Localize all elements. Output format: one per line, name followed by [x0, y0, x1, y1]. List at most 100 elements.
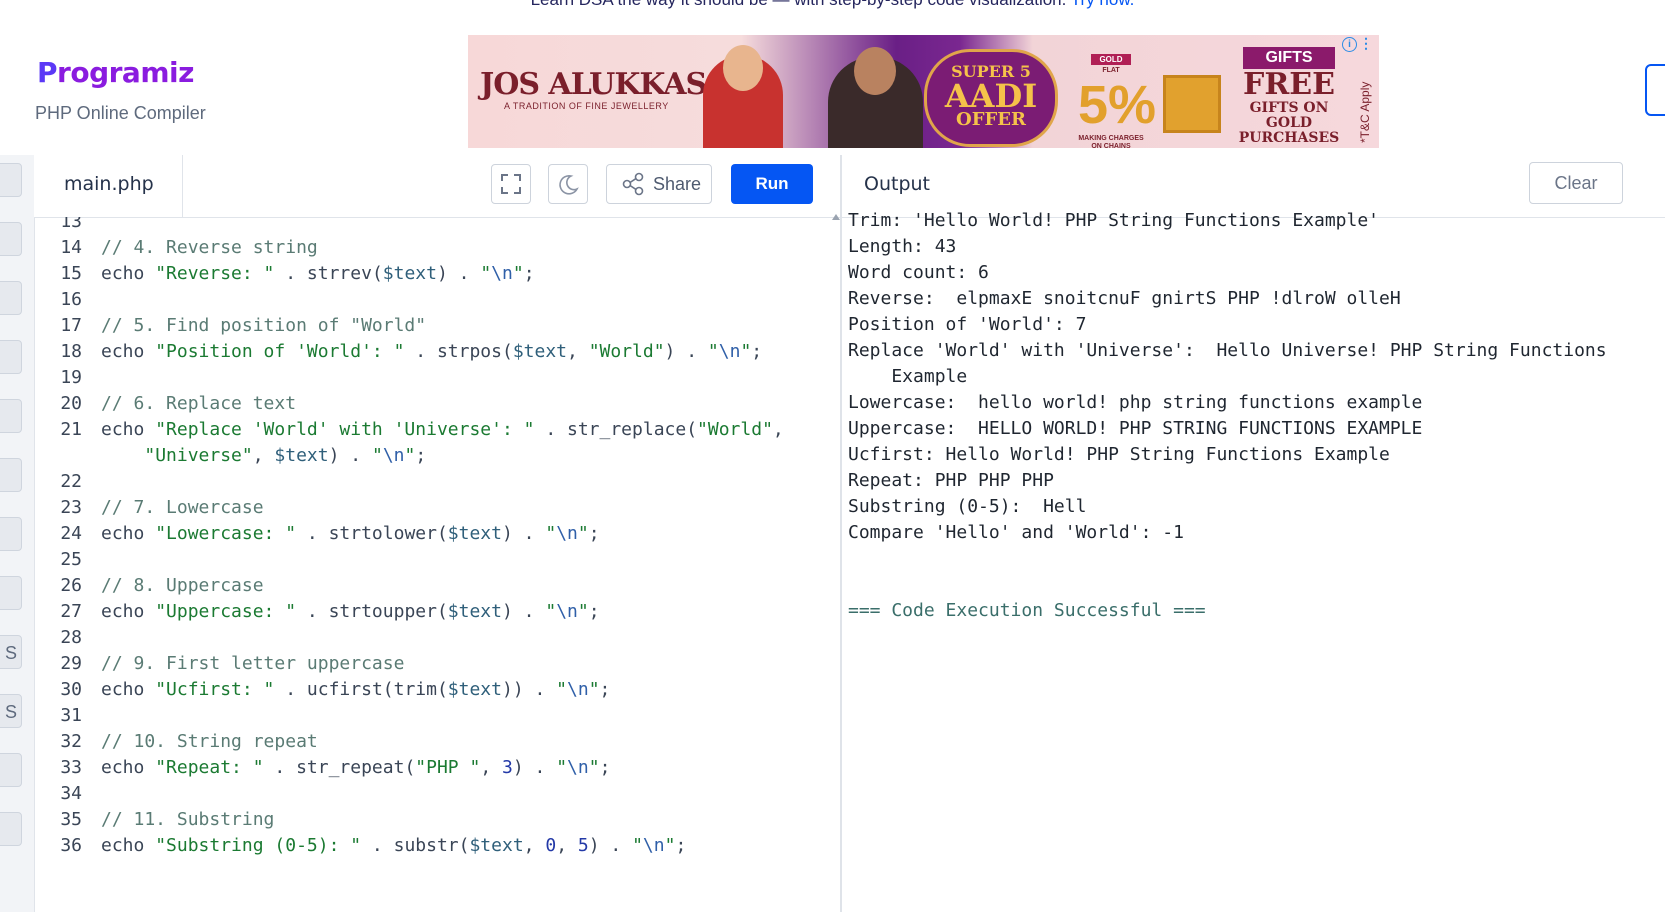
code-token: \n — [642, 835, 665, 856]
code-token: " — [480, 263, 492, 284]
output-line: Reverse: elpmaxE snoitcnuF gnirtS PHP !d… — [848, 288, 1401, 309]
code-token: \n — [556, 601, 578, 622]
sidebar-js-icon[interactable]: S — [0, 635, 22, 669]
pane-divider[interactable] — [840, 155, 842, 912]
code-token: ) . — [588, 835, 633, 856]
share-label: Share — [653, 174, 702, 194]
line-number: 20 — [60, 393, 82, 414]
sidebar-go-icon[interactable] — [0, 753, 22, 787]
ad-model-woman — [703, 45, 783, 148]
site-header: Programiz PHP Online Compiler JOS ALUKKA… — [0, 0, 1665, 155]
ad-menu-icon[interactable]: ⋮ — [1359, 35, 1373, 52]
code-token: 5 — [577, 835, 589, 856]
code-token: echo — [101, 341, 156, 362]
code-token: " — [371, 445, 383, 466]
code-token: ; — [675, 835, 687, 856]
code-token: $text — [447, 523, 502, 544]
code-token: ) . — [512, 757, 557, 778]
code-token: " — [632, 835, 643, 856]
code-token: $text — [382, 263, 437, 284]
code-token: " — [588, 757, 600, 778]
code-token: . str_replace( — [534, 419, 698, 440]
advertisement-banner[interactable]: JOS ALUKKAS A TRADITION OF FINE JEWELLER… — [468, 35, 1379, 148]
code-token: // 4. Reverse string — [101, 237, 318, 258]
clear-button[interactable]: Clear — [1529, 162, 1623, 204]
sidebar-python-icon[interactable] — [0, 163, 22, 197]
sidebar-r-icon[interactable] — [0, 222, 22, 256]
file-tab-label: main.php — [64, 173, 154, 195]
code-token: $text — [274, 445, 329, 466]
line-number: 13 — [60, 217, 82, 232]
code-text: echo "Reverse: " . strrev($text) . "\n"; — [101, 263, 535, 284]
ad-flat-label: FLAT — [1102, 67, 1120, 74]
ad-info-icon[interactable]: i — [1342, 37, 1357, 52]
sidebar-ts-icon[interactable]: S — [0, 694, 22, 728]
dark-mode-button[interactable] — [548, 164, 588, 204]
code-token: // 5. Find position of "World" — [101, 315, 427, 336]
code-editor[interactable]: 13 14 // 4. Reverse string 15 echo "Reverse:… — [34, 217, 840, 912]
code-token: \n — [382, 445, 405, 466]
output-line: Length: 43 — [848, 236, 957, 257]
code-token: , — [252, 445, 275, 466]
line-number: 18 — [60, 341, 82, 362]
code-token: echo — [101, 523, 156, 544]
code-token: echo — [101, 419, 156, 440]
code-token: . strrev( — [274, 263, 383, 284]
code-token: echo — [101, 835, 156, 856]
code-text: echo "Position of 'World': " . strpos($t… — [101, 341, 762, 362]
code-token: , — [480, 757, 502, 778]
line-number: 35 — [60, 809, 82, 830]
ad-free-label: FREE — [1243, 67, 1335, 102]
ad-percent: 5% — [1078, 75, 1157, 135]
sidebar-cpp-icon[interactable] — [0, 517, 22, 551]
code-token: $text — [447, 679, 502, 700]
output-line: Trim: 'Hello World! PHP String Functions… — [848, 210, 1380, 231]
code-text: // 9. First letter uppercase — [101, 653, 404, 674]
code-token: "Substring (0-5): " — [155, 835, 362, 856]
code-token: " — [740, 341, 752, 362]
code-token: " — [545, 523, 557, 544]
code-token: " — [512, 263, 524, 284]
code-token: echo — [101, 263, 156, 284]
scroll-up-arrow-icon[interactable] — [832, 214, 840, 220]
line-number: 33 — [60, 757, 82, 778]
code-token: " — [664, 835, 676, 856]
code-token: echo — [101, 757, 156, 778]
line-number: 29 — [60, 653, 82, 674]
code-token: "PHP " — [415, 757, 481, 778]
output-line: Replace 'World' with 'Universe': Hello U… — [848, 340, 1607, 361]
file-tab[interactable]: main.php — [34, 155, 183, 217]
sidebar-html-icon[interactable] — [0, 340, 22, 374]
sidebar-c-icon[interactable] — [0, 458, 22, 492]
output-line: Compare 'Hello' and 'World': -1 — [848, 522, 1184, 543]
ad-gifts-label: GIFTS — [1243, 47, 1335, 69]
code-token: "Universe" — [144, 445, 253, 466]
ad-model-man — [828, 47, 923, 148]
code-token: \n — [718, 341, 741, 362]
code-token: "World" — [588, 341, 665, 362]
code-text: "Universe", $text) . "\n"; — [101, 445, 426, 466]
output-line: Lowercase: hello world! php string funct… — [848, 392, 1423, 413]
code-token: " — [545, 601, 557, 622]
code-text: echo "Repeat: " . str_repeat("PHP ", 3) … — [101, 757, 610, 778]
sidebar-swift-icon[interactable] — [0, 812, 22, 846]
output-line: Repeat: PHP PHP PHP — [848, 470, 1054, 491]
sidebar-java-icon[interactable] — [0, 399, 22, 433]
code-token: "Lowercase: " — [155, 523, 297, 544]
ad-gifts-on: GIFTS ON — [1249, 100, 1329, 116]
code-token: , — [556, 835, 578, 856]
programiz-logo[interactable]: Programiz — [37, 56, 194, 89]
editor-toolbar: main.php Share Run — [34, 155, 840, 218]
code-text: // 8. Uppercase — [101, 575, 264, 596]
line-number: 24 — [60, 523, 82, 544]
header-action-button[interactable] — [1645, 64, 1665, 116]
code-token: echo — [101, 601, 156, 622]
sidebar-sql-icon[interactable] — [0, 281, 22, 315]
share-button[interactable]: Share — [606, 164, 712, 204]
run-button[interactable]: Run — [731, 164, 813, 204]
code-token: ; — [415, 445, 427, 466]
page-subtitle: PHP Online Compiler — [35, 103, 206, 123]
fullscreen-button[interactable] — [491, 164, 531, 204]
code-token: \n — [567, 679, 589, 700]
sidebar-csharp-icon[interactable] — [0, 576, 22, 610]
